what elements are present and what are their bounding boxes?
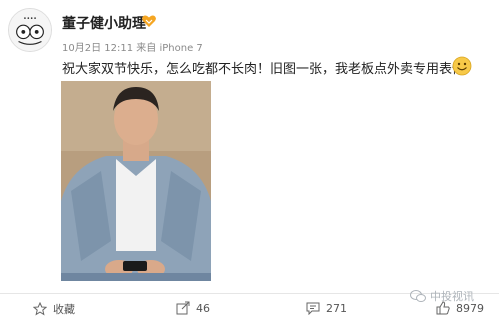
repost-button[interactable]: 46 (176, 301, 210, 315)
comment-icon (306, 302, 320, 315)
share-icon (176, 301, 190, 315)
username[interactable]: 董子健小助理 (62, 13, 146, 33)
watermark: 中投视讯 (410, 288, 474, 304)
svg-text:••••: •••• (23, 16, 37, 22)
post-text: 祝大家双节快乐，怎么吃都不长肉！旧图一张，我老板点外卖专用表情 (62, 62, 466, 77)
vip-heart-icon (141, 14, 157, 28)
source-prefix: 来自 (136, 43, 157, 54)
wechat-icon (410, 290, 426, 302)
smile-emoji-icon (452, 56, 472, 76)
post-meta: 10月2日 12:11 来自 iPhone 7 (62, 39, 203, 54)
post-photo[interactable] (61, 81, 211, 281)
avatar[interactable]: •••• (8, 8, 52, 52)
comment-button[interactable]: 271 (306, 301, 347, 315)
comment-count: 271 (326, 301, 347, 315)
star-icon (33, 302, 47, 316)
watermark-label: 中投视讯 (430, 290, 474, 303)
post-date[interactable]: 10月2日 12:11 (62, 43, 133, 54)
repost-count: 46 (196, 301, 210, 315)
post-source: iPhone 7 (159, 43, 203, 54)
favorite-label: 收藏 (53, 303, 75, 316)
favorite-button[interactable]: 收藏 (33, 301, 75, 317)
